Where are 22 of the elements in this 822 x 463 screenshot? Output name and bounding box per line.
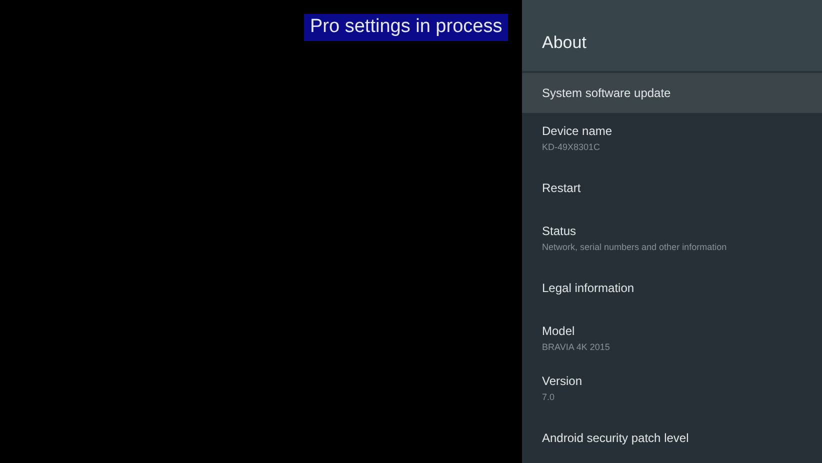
settings-item[interactable]: Version 7.0 — [522, 363, 822, 413]
item-summary: 7.0 — [542, 392, 556, 402]
item-title: Restart — [542, 181, 582, 195]
item-summary: KD-49X8301C — [542, 142, 602, 152]
settings-item[interactable]: System software update — [522, 73, 822, 113]
item-title: Model — [542, 324, 576, 338]
settings-item[interactable]: Device name KD-49X8301C — [522, 113, 822, 163]
status-banner: Pro settings in process — [304, 14, 508, 41]
item-title: Version — [542, 374, 584, 388]
item-title: Device name — [542, 124, 614, 138]
settings-item[interactable]: Android security patch level — [522, 413, 822, 463]
item-title: Android security patch level — [542, 431, 690, 445]
item-summary: Network, serial numbers and other information — [542, 242, 728, 252]
panel-title: About — [542, 32, 586, 52]
item-title: System software update — [542, 86, 672, 100]
settings-item[interactable]: Restart — [522, 163, 822, 213]
settings-item[interactable]: Model BRAVIA 4K 2015 — [522, 313, 822, 363]
item-summary: BRAVIA 4K 2015 — [542, 342, 611, 352]
item-title: Status — [542, 224, 578, 238]
item-title: Legal information — [542, 281, 636, 295]
settings-item[interactable]: Status Network, serial numbers and other information — [522, 213, 822, 263]
settings-item[interactable]: Legal information — [522, 263, 822, 313]
